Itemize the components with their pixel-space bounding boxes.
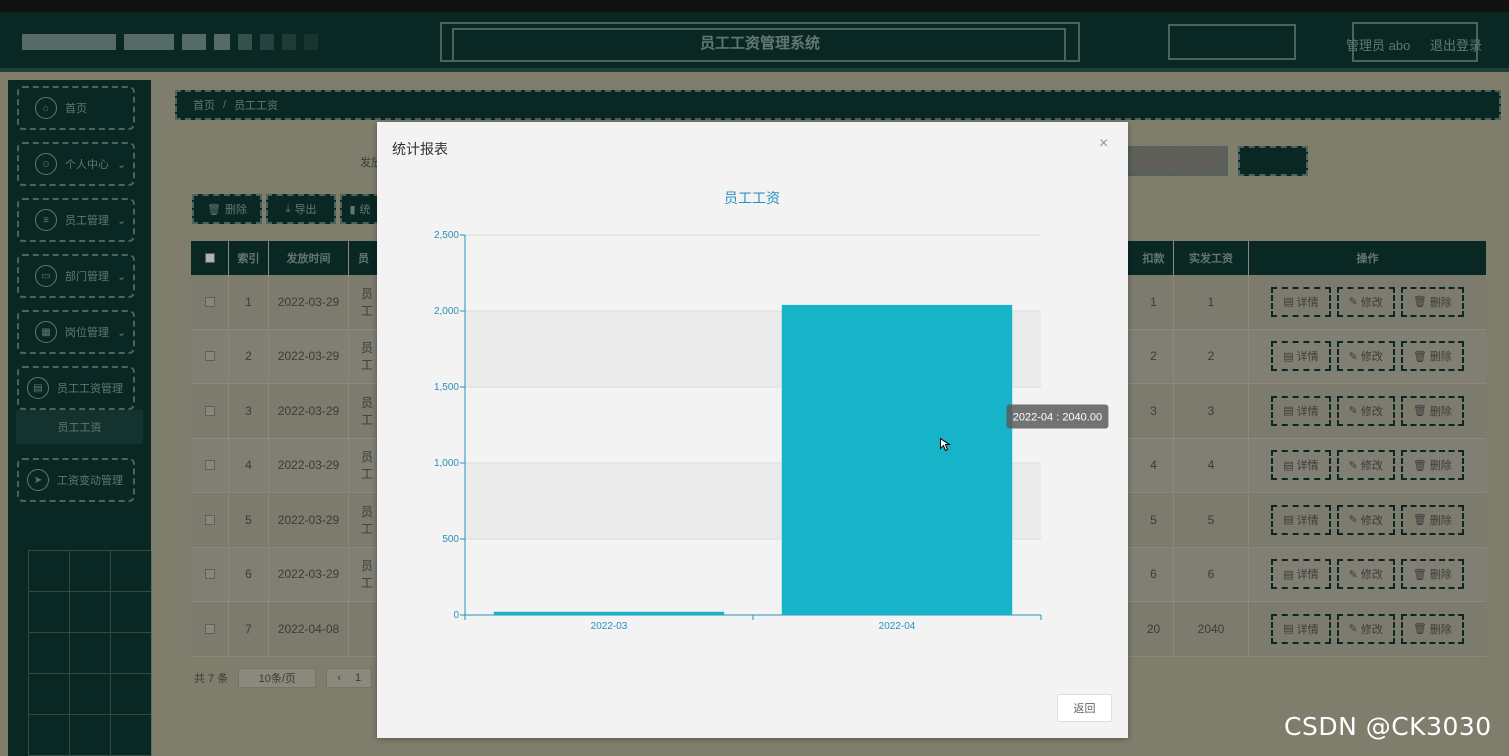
watermark: CSDN @CK3030 (1284, 712, 1492, 741)
grid-band (465, 235, 1041, 311)
x-tick-label: 2022-04 (879, 621, 916, 632)
y-tick-label: 2,000 (434, 306, 459, 317)
y-tick-label: 2,500 (434, 230, 459, 241)
y-tick-label: 500 (442, 534, 459, 545)
bar-2022-03 (493, 611, 725, 615)
y-tick-label: 1,500 (434, 382, 459, 393)
y-tick-label: 1,000 (434, 458, 459, 469)
bar-2022-04 (781, 304, 1013, 615)
chart-title: 员工工资 (724, 190, 780, 206)
tooltip-text: 2022-04 : 2040.00 (1013, 412, 1102, 424)
stats-dialog: 统计报表 × 0 500 1,000 1,500 2,000 2,500 2022-03 20… (377, 122, 1128, 738)
salary-bar-chart: 0 500 1,000 1,500 2,000 2,500 2022-03 2022-04 员工… (434, 190, 1109, 632)
x-tick-label: 2022-03 (591, 621, 628, 632)
back-button[interactable]: 返回 (1057, 694, 1112, 722)
y-tick-label: 0 (453, 610, 459, 621)
